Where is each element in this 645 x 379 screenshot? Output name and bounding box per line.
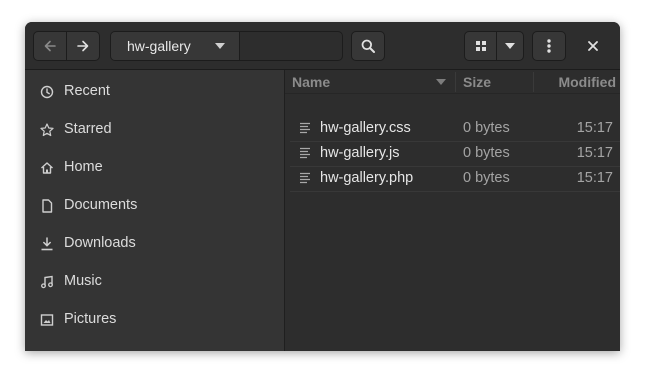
file-name: hw-gallery.js bbox=[320, 145, 400, 161]
star-icon bbox=[40, 123, 54, 137]
file-modified: 15:17 bbox=[576, 120, 613, 136]
sidebar-item-label: Music bbox=[64, 273, 102, 289]
text-file-icon bbox=[300, 172, 310, 184]
sidebar-item-pictures[interactable]: Pictures bbox=[25, 300, 284, 338]
close-button[interactable] bbox=[581, 34, 605, 58]
chevron-down-icon bbox=[215, 43, 225, 49]
document-icon bbox=[42, 199, 53, 213]
file-list: Name Size Modified hw-gallery.css 0 byte… bbox=[285, 70, 620, 351]
places-sidebar: Recent Starred Home Documents Downloads … bbox=[25, 70, 285, 351]
sidebar-item-music[interactable]: Music bbox=[25, 262, 284, 300]
path-bar: hw-gallery bbox=[110, 31, 343, 61]
column-header-modified[interactable]: Modified bbox=[558, 74, 616, 90]
sort-descending-icon bbox=[436, 79, 446, 85]
view-options-button[interactable] bbox=[496, 31, 524, 61]
sidebar-item-label: Home bbox=[64, 159, 103, 175]
grid-view-button[interactable] bbox=[464, 31, 497, 61]
music-icon bbox=[41, 275, 53, 289]
picture-icon bbox=[40, 314, 54, 326]
column-header-name[interactable]: Name bbox=[292, 74, 330, 90]
sidebar-item-label: Starred bbox=[64, 121, 112, 137]
download-icon bbox=[41, 237, 53, 251]
file-chooser-window: hw-gallery Recent Starred Home Documents… bbox=[25, 22, 620, 351]
back-button[interactable] bbox=[33, 31, 67, 61]
table-row[interactable]: hw-gallery.css 0 bytes 15:17 bbox=[290, 117, 620, 142]
header-bar: hw-gallery bbox=[25, 22, 620, 70]
column-headers: Name Size Modified bbox=[285, 70, 620, 94]
text-file-icon bbox=[300, 122, 310, 134]
more-vertical-icon bbox=[547, 39, 551, 53]
search-button[interactable] bbox=[351, 31, 385, 61]
column-separator bbox=[533, 72, 534, 92]
column-header-size[interactable]: Size bbox=[463, 74, 491, 90]
menu-button[interactable] bbox=[532, 31, 566, 61]
table-row[interactable]: hw-gallery.js 0 bytes 15:17 bbox=[290, 142, 620, 167]
sidebar-item-label: Pictures bbox=[64, 311, 117, 327]
sidebar-item-starred[interactable]: Starred bbox=[25, 110, 284, 148]
home-icon bbox=[41, 162, 53, 174]
search-icon bbox=[361, 39, 375, 53]
forward-button[interactable] bbox=[66, 31, 100, 61]
sidebar-item-label: Downloads bbox=[64, 235, 136, 251]
file-size: 0 bytes bbox=[463, 145, 510, 161]
file-name: hw-gallery.php bbox=[320, 170, 414, 186]
grid-icon bbox=[475, 41, 486, 51]
text-file-icon bbox=[300, 147, 310, 159]
chevron-down-icon bbox=[505, 43, 515, 49]
arrow-left-icon bbox=[44, 40, 56, 52]
sidebar-item-documents[interactable]: Documents bbox=[25, 186, 284, 224]
table-row[interactable]: hw-gallery.php 0 bytes 15:17 bbox=[290, 167, 620, 192]
sidebar-item-downloads[interactable]: Downloads bbox=[25, 224, 284, 262]
sidebar-item-label: Documents bbox=[64, 197, 138, 213]
clock-icon bbox=[40, 85, 54, 99]
close-icon bbox=[588, 41, 598, 51]
path-segment-label: hw-gallery bbox=[127, 38, 191, 54]
file-size: 0 bytes bbox=[463, 170, 510, 186]
column-separator bbox=[455, 72, 456, 92]
arrow-right-icon bbox=[77, 40, 89, 52]
sidebar-item-home[interactable]: Home bbox=[25, 148, 284, 186]
sidebar-item-label: Recent bbox=[64, 83, 110, 99]
file-size: 0 bytes bbox=[463, 120, 510, 136]
sidebar-item-recent[interactable]: Recent bbox=[25, 72, 284, 110]
file-name: hw-gallery.css bbox=[320, 120, 411, 136]
path-segment-button[interactable]: hw-gallery bbox=[111, 32, 240, 60]
file-modified: 15:17 bbox=[576, 170, 613, 186]
file-modified: 15:17 bbox=[576, 145, 613, 161]
